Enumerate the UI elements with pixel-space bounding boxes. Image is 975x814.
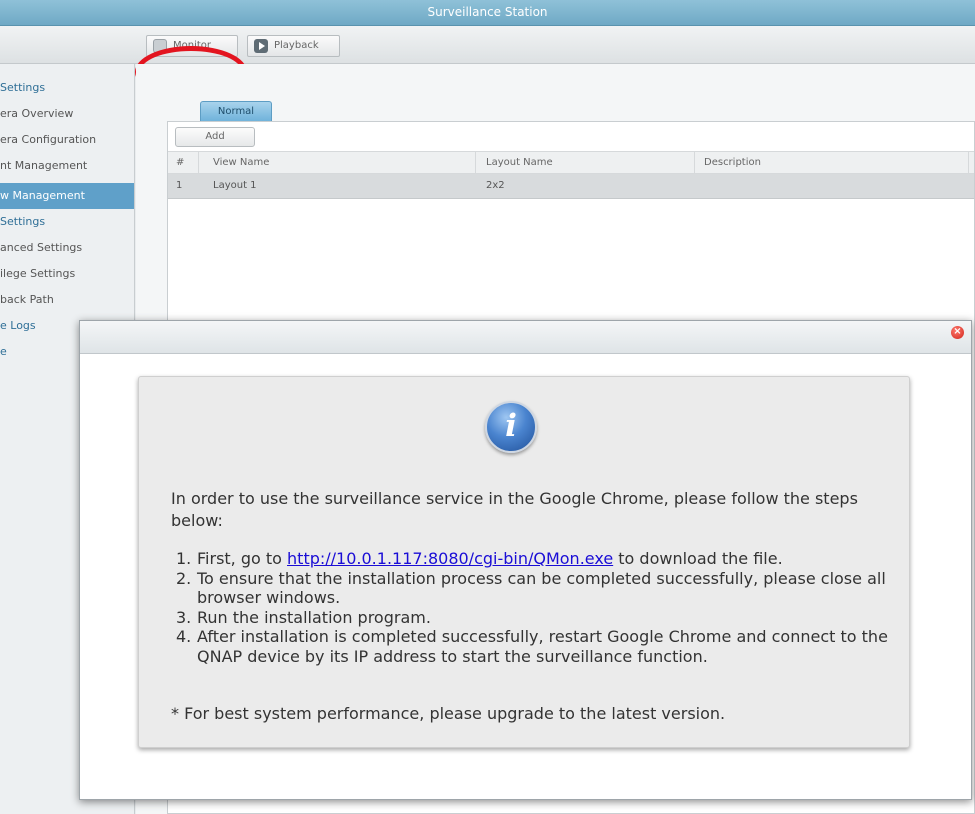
step-2: 2. To ensure that the installation proces… bbox=[171, 569, 896, 608]
table-row[interactable]: 1 Layout 1 2x2 bbox=[168, 174, 974, 199]
steps-list: 1. First, go to http://10.0.1.117:8080/cg… bbox=[171, 549, 896, 666]
play-icon bbox=[254, 39, 268, 53]
title-bar: Surveillance Station bbox=[0, 0, 975, 26]
row-number: 1 bbox=[176, 180, 183, 191]
column-header-number[interactable]: # bbox=[176, 152, 184, 174]
column-divider bbox=[475, 152, 476, 174]
step-1-text-after: to download the file. bbox=[613, 549, 783, 568]
column-header-layout-name[interactable]: Layout Name bbox=[486, 152, 553, 174]
sidebar-item-settings[interactable]: Settings bbox=[0, 75, 134, 101]
close-icon[interactable]: × bbox=[951, 326, 964, 339]
performance-note: * For best system performance, please up… bbox=[171, 704, 726, 723]
sidebar-item-advanced-settings[interactable]: anced Settings bbox=[0, 235, 134, 261]
step-3-text: Run the installation program. bbox=[197, 607, 431, 627]
dialog-header: × bbox=[80, 321, 971, 354]
chrome-plugin-dialog: × i In order to use the surveillance ser… bbox=[79, 320, 972, 800]
step-4-text: After installation is completed successf… bbox=[197, 627, 888, 666]
column-header-view-name[interactable]: View Name bbox=[213, 152, 269, 174]
column-divider bbox=[198, 152, 199, 174]
sidebar-item-camera-overview[interactable]: era Overview bbox=[0, 101, 134, 127]
step-number: 3. bbox=[176, 607, 192, 627]
sidebar-item-view-management[interactable]: w Management bbox=[0, 183, 134, 209]
sidebar-item-camera-configuration[interactable]: era Configuration bbox=[0, 127, 134, 153]
step-number: 1. bbox=[176, 549, 192, 568]
step-1-text-before: First, go to bbox=[197, 549, 288, 568]
sidebar-item-event-management[interactable]: nt Management bbox=[0, 153, 134, 179]
table-header: # View Name Layout Name Description bbox=[168, 151, 974, 174]
sidebar-item-privilege-settings[interactable]: ilege Settings bbox=[0, 261, 134, 287]
column-divider bbox=[694, 152, 695, 174]
column-header-description[interactable]: Description bbox=[704, 152, 761, 174]
sidebar-item-settings-2[interactable]: Settings bbox=[0, 209, 134, 235]
row-view-name: Layout 1 bbox=[213, 180, 257, 191]
message-intro: In order to use the surveillance service… bbox=[171, 489, 858, 530]
download-link[interactable]: http://10.0.1.117:8080/cgi-bin/QMon.exe bbox=[287, 549, 613, 568]
add-button[interactable]: Add bbox=[175, 127, 255, 147]
step-number: 4. bbox=[176, 627, 192, 646]
sidebar-item-playback-path[interactable]: back Path bbox=[0, 287, 134, 313]
step-2-text: To ensure that the installation process … bbox=[197, 568, 886, 608]
row-layout-name: 2x2 bbox=[486, 180, 505, 191]
message-box: i In order to use the surveillance servi… bbox=[138, 376, 910, 748]
playback-button[interactable]: Playback bbox=[247, 35, 340, 57]
info-icon: i bbox=[485, 401, 537, 453]
step-3: 3. Run the installation program. bbox=[171, 608, 896, 628]
step-number: 2. bbox=[176, 568, 192, 588]
column-divider bbox=[968, 152, 969, 174]
playback-label: Playback bbox=[274, 40, 319, 51]
tab-normal[interactable]: Normal bbox=[200, 101, 272, 122]
step-4: 4. After installation is completed succes… bbox=[171, 627, 896, 666]
step-1: 1. First, go to http://10.0.1.117:8080/cg… bbox=[171, 549, 896, 569]
window-title: Surveillance Station bbox=[427, 5, 548, 19]
toolbar: Monitor Playback bbox=[0, 26, 975, 98]
